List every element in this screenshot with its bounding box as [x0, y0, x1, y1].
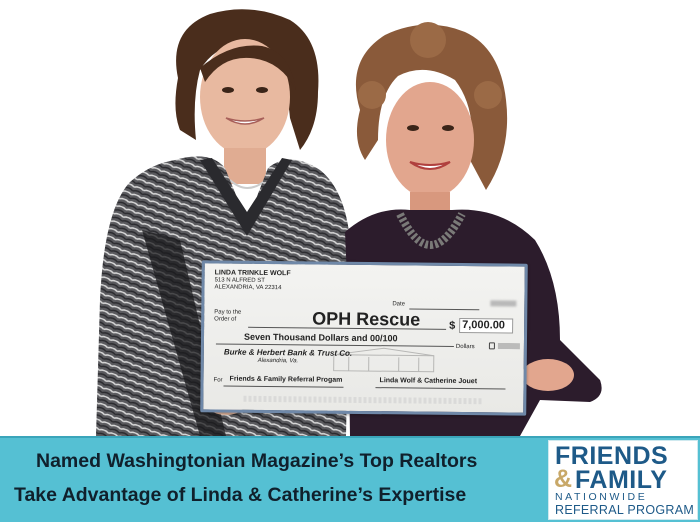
right-person-face: [386, 82, 474, 198]
padlock-icon: [488, 342, 495, 350]
check-dollars-label: Dollars: [455, 343, 475, 351]
check-payer-city: ALEXANDRIA, VA 22314: [214, 284, 282, 292]
check-bank-name: Burke & Herbert Bank & Trust Co.: [223, 347, 353, 358]
check-micr-line: [243, 395, 484, 405]
check-dollar-sign: $: [449, 319, 456, 332]
check-for-label: For: [213, 377, 223, 384]
friends-family-logo: FRIENDS & FAMILY NATIONWIDE REFERRAL PRO…: [548, 440, 698, 520]
check-pay-to-label: Pay to the Order of: [214, 309, 242, 323]
banner-tagline-2: Take Advantage of Linda & Catherine’s Ex…: [14, 484, 467, 506]
check-amount-words: Seven Thousand Dollars and 00/100: [243, 331, 398, 344]
banner-tagline-1: Named Washingtonian Magazine’s Top Realt…: [36, 450, 478, 472]
check-signature: Linda Wolf & Catherine Jouet: [379, 377, 478, 386]
check-memo-line: [223, 385, 344, 388]
logo-line-nationwide: NATIONWIDE: [555, 491, 648, 503]
check-signature-line: [375, 387, 506, 390]
donation-check: LINDA TRINKLE WOLF 513 N ALFRED ST ALEXA…: [200, 260, 528, 416]
photo: LINDA TRINKLE WOLF 513 N ALFRED ST ALEXA…: [0, 0, 700, 436]
check-number-blurred: [490, 300, 517, 307]
check-payer-address: 513 N ALFRED ST: [214, 277, 265, 284]
security-fineprint: [497, 343, 520, 350]
right-person-hand: [522, 359, 574, 391]
check-bank-city: Alexandria, Va.: [257, 357, 299, 365]
check-payer-name: LINDA TRINKLE WOLF: [214, 269, 291, 278]
check-amount: 7,000.00: [462, 319, 506, 332]
logo-ampersand: &: [554, 465, 573, 493]
logo-line-referral-program: REFERRAL PROGRAM: [555, 503, 695, 517]
check-memo: Friends & Family Referral Progam: [229, 375, 343, 384]
check-date-label: Date: [392, 301, 406, 308]
